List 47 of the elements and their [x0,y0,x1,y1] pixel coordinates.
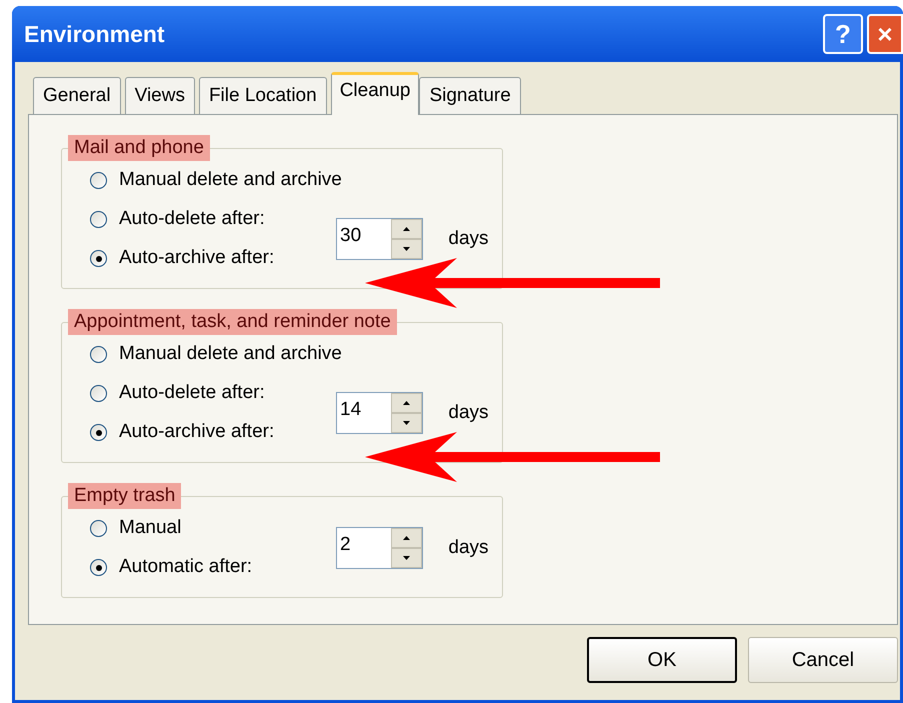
up-arrow-icon [403,536,410,540]
radio-button[interactable] [90,172,107,189]
down-arrow-icon [403,247,410,251]
tab[interactable]: Views [124,77,195,114]
radio-button[interactable] [90,424,107,441]
radio-button[interactable] [90,520,107,537]
spin-up-button[interactable] [391,528,422,548]
radio-button[interactable] [90,559,107,576]
option-label: Auto-delete after: [119,207,265,232]
window-title: Environment [24,20,166,49]
spin-down-button[interactable] [391,239,422,259]
close-button[interactable]: × [867,14,903,54]
option-label: Automatic after: [119,555,252,580]
dialog-button[interactable]: Cancel [748,637,898,683]
number-spinner[interactable]: 14 [336,392,423,434]
group-label: Mail and phone [68,135,210,161]
tab[interactable]: Signature [419,77,521,114]
option-label: Manual [119,516,182,540]
up-arrow-icon [403,401,410,405]
radio-button[interactable] [90,385,107,402]
number-spinner[interactable]: 2 [336,527,423,569]
down-arrow-icon [403,421,410,425]
radio-button[interactable] [90,211,107,228]
option-label: Manual delete and archive [119,168,342,192]
unit-label: days [447,400,490,425]
option-label: Auto-delete after: [119,381,265,406]
tab[interactable]: File Location [198,77,327,114]
tab[interactable]: General [33,77,121,114]
spin-up-button[interactable] [391,393,422,413]
down-arrow-icon [403,556,410,560]
radio-button[interactable] [90,250,107,267]
option-label: Manual delete and archive [119,342,342,366]
dialog-button[interactable]: OK [587,637,737,683]
group-label: Empty trash [68,483,182,509]
spin-up-button[interactable] [391,219,422,239]
radio-button[interactable] [90,346,107,363]
option-label: Auto-archive after: [119,420,274,444]
unit-label: days [447,226,490,251]
help-button[interactable]: ? [823,14,863,54]
spin-down-button[interactable] [391,413,422,433]
tab[interactable]: Cleanup [330,72,420,115]
group-label: Appointment, task, and reminder note [68,309,397,335]
option-label: Auto-archive after: [119,246,274,270]
number-spinner[interactable]: 30 [336,218,423,260]
up-arrow-icon [403,227,410,231]
unit-label: days [447,536,490,560]
spin-down-button[interactable] [391,548,422,568]
